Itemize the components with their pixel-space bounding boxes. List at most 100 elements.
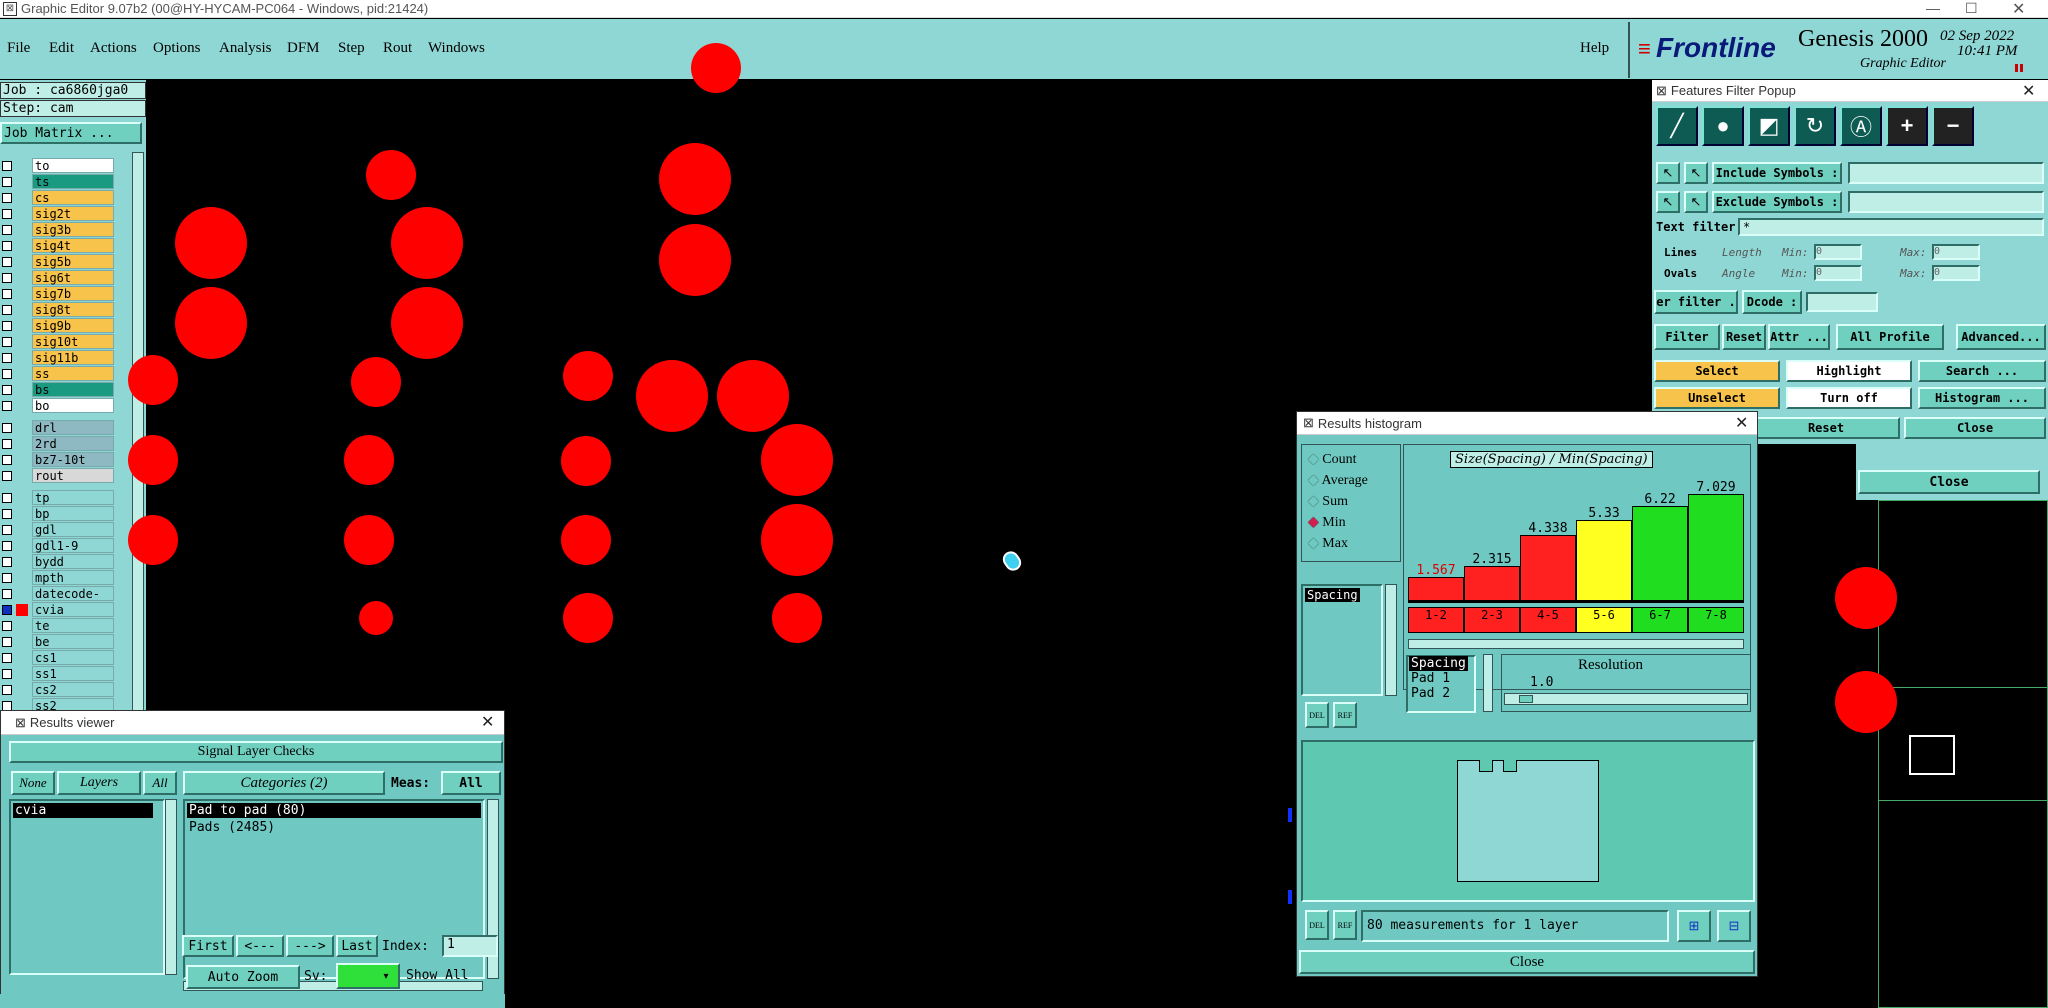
positive-polarity-button[interactable]: +: [1886, 106, 1928, 146]
user-filter-button[interactable]: User filter ...: [1654, 290, 1738, 314]
layer-checkbox[interactable]: [2, 669, 12, 679]
lines-checkbox[interactable]: Lines: [1664, 246, 1697, 259]
minimize-button[interactable]: —: [1926, 0, 1940, 16]
layer-row[interactable]: sig3b: [0, 222, 116, 237]
layer-name[interactable]: cs2: [32, 682, 114, 697]
copper-pad[interactable]: [561, 436, 611, 486]
layer-row[interactable]: cs: [0, 190, 116, 205]
layer-name[interactable]: ss: [32, 366, 114, 381]
copper-pad[interactable]: [391, 207, 463, 279]
layer-row[interactable]: sig9b: [0, 318, 116, 333]
layer-checkbox[interactable]: [2, 439, 12, 449]
layer-row[interactable]: sig8t: [0, 302, 116, 317]
menu-dfm[interactable]: DFM: [287, 40, 320, 57]
res-spacing[interactable]: Spacing: [1409, 656, 1468, 671]
layer-name[interactable]: ts: [32, 174, 114, 189]
layer-name[interactable]: bydd: [32, 554, 114, 569]
copper-pad[interactable]: [561, 515, 611, 565]
layer-name[interactable]: sig10t: [32, 334, 114, 349]
layer-row[interactable]: bo: [0, 398, 116, 413]
layer-checkbox[interactable]: [2, 161, 12, 171]
last-result-button[interactable]: Last: [336, 935, 378, 957]
copper-pad[interactable]: [659, 143, 731, 215]
histogram-bar[interactable]: [1632, 506, 1688, 601]
meas-dropdown[interactable]: All: [441, 771, 501, 795]
menu-windows[interactable]: Windows: [428, 40, 485, 57]
layer-checkbox[interactable]: [2, 305, 12, 315]
layer-checkbox[interactable]: [2, 471, 12, 481]
length-option[interactable]: Length: [1722, 246, 1762, 259]
ref-button-2[interactable]: REF: [1333, 910, 1357, 940]
dcode-input[interactable]: [1806, 292, 1878, 312]
layer-row[interactable]: cs1: [0, 650, 116, 665]
layer-row[interactable]: sig7b: [0, 286, 116, 301]
layer-name[interactable]: sig9b: [32, 318, 114, 333]
res-pad2[interactable]: Pad 2: [1409, 686, 1479, 701]
layer-checkbox[interactable]: [2, 193, 12, 203]
layer-name[interactable]: sig11b: [32, 350, 114, 365]
layer-name[interactable]: be: [32, 634, 114, 649]
layer-checkbox[interactable]: [2, 209, 12, 219]
layer-row[interactable]: tp: [0, 490, 116, 505]
layer-list-scrollbar[interactable]: [165, 799, 177, 975]
histogram-field-list[interactable]: Spacing: [1301, 584, 1383, 696]
layer-row[interactable]: bydd: [0, 554, 116, 569]
aggregate-option-min[interactable]: ◆ Min: [1308, 514, 1346, 531]
copper-pad[interactable]: [359, 601, 393, 635]
layer-row[interactable]: sig11b: [0, 350, 116, 365]
copper-pad[interactable]: [344, 435, 394, 485]
maximize-button[interactable]: ☐: [1965, 0, 1978, 17]
select-button[interactable]: Select: [1654, 360, 1780, 382]
text-tool-button[interactable]: Ⓐ: [1840, 106, 1882, 146]
layer-checkbox[interactable]: [2, 541, 12, 551]
histogram-bar[interactable]: [1408, 577, 1464, 601]
all-button[interactable]: All: [143, 771, 177, 795]
ovals-checkbox[interactable]: Ovals: [1664, 267, 1697, 280]
copper-pad[interactable]: [761, 424, 833, 496]
res-pad1[interactable]: Pad 1: [1409, 671, 1479, 686]
category-item-pads[interactable]: Pads (2485): [187, 820, 481, 835]
layer-row[interactable]: cs2: [0, 682, 116, 697]
category-item-pad-to-pad[interactable]: Pad to pad (80): [187, 803, 481, 818]
pad-tool-button[interactable]: ●: [1702, 106, 1744, 146]
layer-checkbox[interactable]: [2, 589, 12, 599]
layer-checkbox[interactable]: [2, 337, 12, 347]
layer-name[interactable]: bs: [32, 382, 114, 397]
results-close-x[interactable]: ✕: [481, 712, 494, 732]
copper-pad[interactable]: [772, 593, 822, 643]
layer-name[interactable]: bo: [32, 398, 114, 413]
layer-checkbox[interactable]: [2, 177, 12, 187]
layer-name[interactable]: ss1: [32, 666, 114, 681]
layer-name[interactable]: gdl: [32, 522, 114, 537]
del-button-2[interactable]: DEL: [1305, 910, 1329, 940]
menu-file[interactable]: File: [7, 40, 30, 57]
menu-help[interactable]: Help: [1580, 40, 1609, 57]
layer-name[interactable]: mpth: [32, 570, 114, 585]
layer-checkbox[interactable]: [2, 225, 12, 235]
angle-min-input[interactable]: 0: [1814, 265, 1862, 281]
layer-name[interactable]: rout: [32, 468, 114, 483]
layer-checkbox[interactable]: [2, 321, 12, 331]
unselect-button[interactable]: Unselect: [1654, 387, 1780, 409]
layer-row[interactable]: ss1: [0, 666, 116, 681]
show-all-checkbox[interactable]: Show All: [406, 968, 469, 983]
layer-checkbox[interactable]: [2, 273, 12, 283]
layer-checkbox[interactable]: [2, 573, 12, 583]
filter-reset-button-2[interactable]: Reset: [1752, 417, 1900, 439]
histogram-bar[interactable]: [1688, 494, 1744, 601]
none-button[interactable]: None: [11, 771, 55, 795]
filter-toggle[interactable]: Filter: [1654, 324, 1720, 350]
layer-row[interactable]: ts: [0, 174, 116, 189]
layer-row[interactable]: gdl1-9: [0, 538, 116, 553]
layer-checkbox[interactable]: [2, 385, 12, 395]
layer-name[interactable]: to: [32, 158, 114, 173]
search-button[interactable]: Search ...: [1918, 360, 2046, 382]
resolution-scrollbar[interactable]: [1483, 654, 1493, 712]
copper-pad[interactable]: [128, 355, 178, 405]
copper-pad[interactable]: [128, 435, 178, 485]
layer-name[interactable]: sig3b: [32, 222, 114, 237]
layer-name[interactable]: sig7b: [32, 286, 114, 301]
angle-max-input[interactable]: 0: [1932, 265, 1980, 281]
layer-row[interactable]: mpth: [0, 570, 116, 585]
layer-name[interactable]: 2rd: [32, 436, 114, 451]
